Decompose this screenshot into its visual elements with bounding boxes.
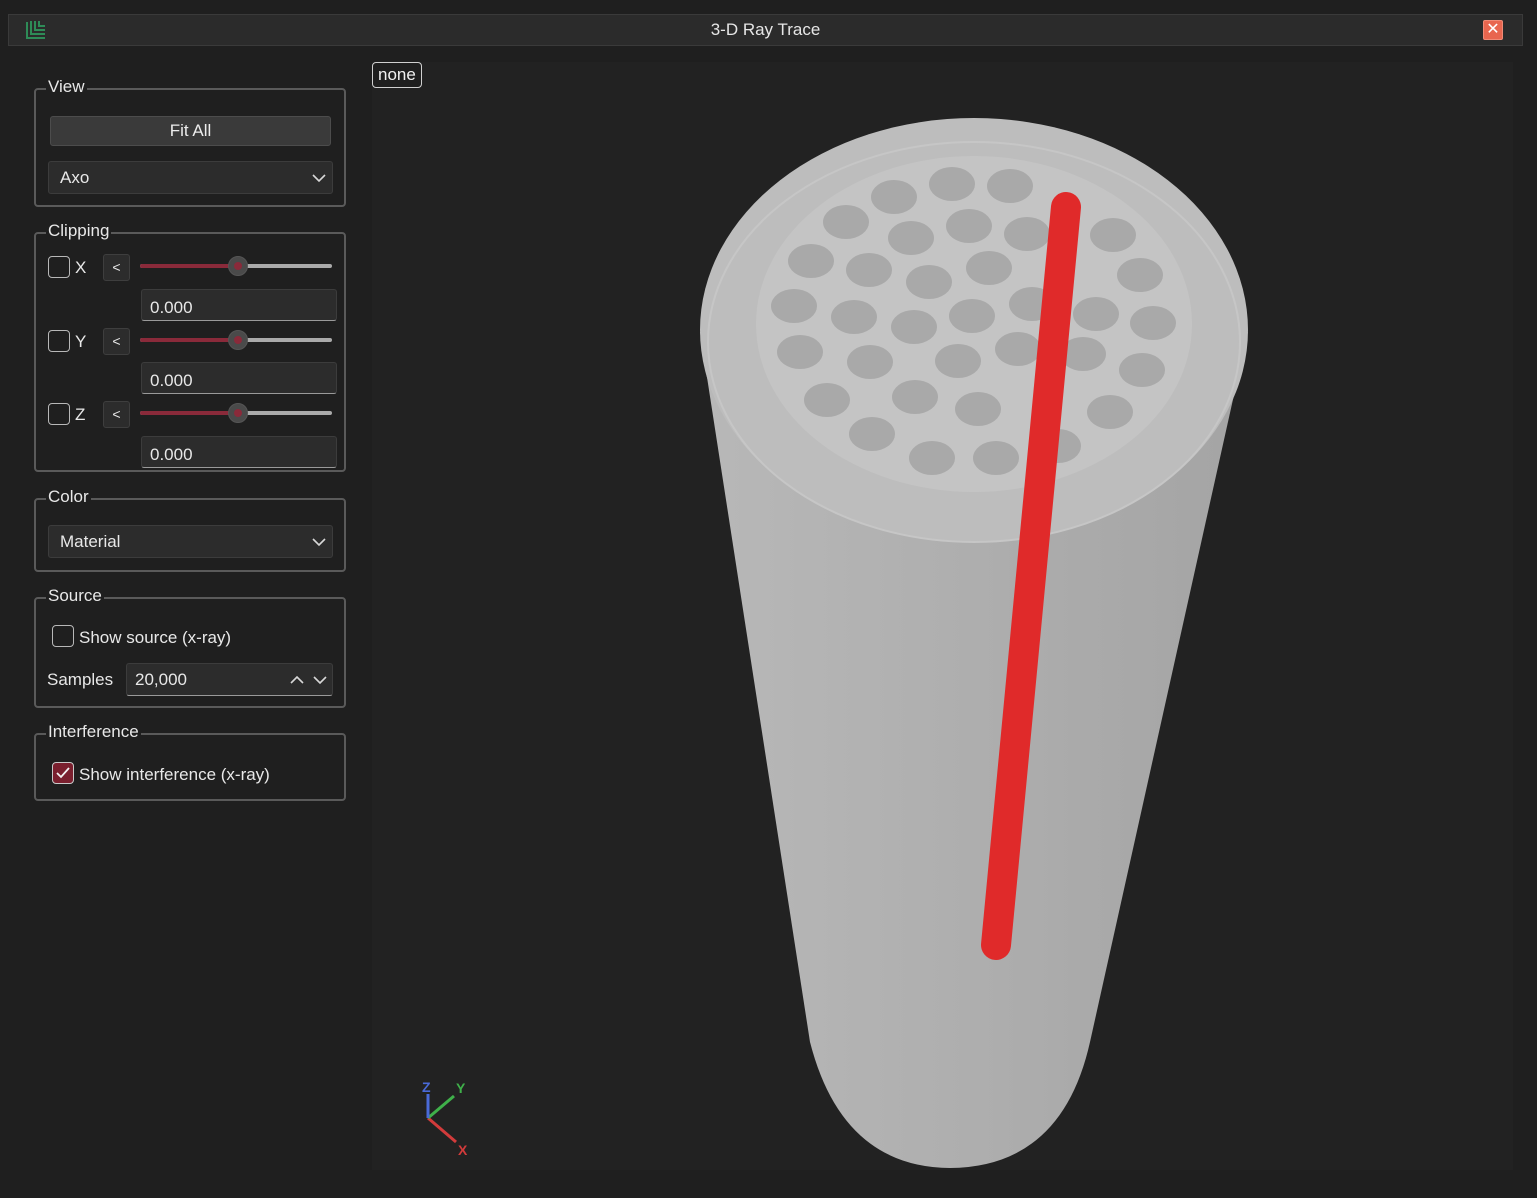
axis-triad: X Y Z — [422, 1079, 468, 1158]
clip-x-label: X — [75, 258, 87, 277]
clip-x-slider-fill — [140, 264, 236, 268]
checkmark-icon — [56, 767, 70, 779]
clipping-legend: Clipping — [46, 221, 112, 241]
3d-model-render — [700, 118, 1248, 1168]
color-mode-value: Material — [60, 532, 121, 551]
interference-legend: Interference — [46, 722, 141, 742]
show-source-label: Show source (x-ray) — [79, 628, 232, 647]
selection-tag: none — [372, 62, 422, 88]
clip-y-label: Y — [75, 332, 87, 351]
fit-all-button[interactable]: Fit All — [50, 116, 331, 146]
clip-z-direction-button[interactable]: < — [103, 401, 130, 428]
triad-x-axis — [427, 1116, 457, 1144]
clip-x-value-input[interactable] — [141, 289, 337, 321]
projection-select[interactable]: Axo — [48, 161, 333, 194]
source-group: Source Show source (x-ray) Samples 20,00… — [34, 586, 346, 708]
clip-z-checkbox[interactable] — [48, 403, 70, 425]
show-source-checkbox[interactable] — [52, 625, 74, 647]
close-icon: ✕ — [1486, 21, 1500, 38]
samples-value: 20,000 — [135, 670, 187, 689]
window-title: 3-D Ray Trace — [710, 20, 821, 39]
title-bar: 3-D Ray Trace ✕ — [8, 14, 1523, 46]
source-legend: Source — [46, 586, 104, 606]
color-group: Color Material — [34, 487, 346, 572]
view-legend: View — [46, 77, 87, 97]
view-group: View Fit All Axo — [34, 77, 346, 207]
triad-z-label: Z — [422, 1079, 431, 1095]
samples-spinbox[interactable]: 20,000 — [126, 663, 333, 696]
clip-z-slider-thumb[interactable] — [228, 403, 248, 423]
chevron-down-icon — [312, 537, 326, 546]
clip-x-direction-button[interactable]: < — [103, 254, 130, 281]
clip-z-label: Z — [75, 405, 86, 424]
3d-viewport[interactable]: none X Y Z — [372, 62, 1513, 1170]
triad-y-label: Y — [456, 1080, 466, 1096]
chevron-down-icon[interactable] — [313, 675, 327, 685]
chevron-up-icon[interactable] — [290, 675, 304, 685]
clip-y-slider-fill — [140, 338, 236, 342]
projection-value: Axo — [60, 168, 90, 187]
clip-y-direction-button[interactable]: < — [103, 328, 130, 355]
clip-z-value-input[interactable] — [141, 436, 337, 468]
clip-x-checkbox[interactable] — [48, 256, 70, 278]
show-interference-label: Show interference (x-ray) — [79, 765, 270, 784]
interference-group: Interference Show interference (x-ray) — [34, 722, 346, 801]
samples-label: Samples — [47, 670, 114, 689]
chevron-down-icon — [312, 173, 326, 182]
close-button[interactable]: ✕ — [1483, 20, 1503, 40]
clip-y-value-input[interactable] — [141, 362, 337, 394]
clip-z-slider-fill — [140, 411, 236, 415]
show-interference-checkbox[interactable] — [52, 762, 74, 784]
clip-y-slider-thumb[interactable] — [228, 330, 248, 350]
clipping-group: Clipping X < Y < Z < — [34, 221, 346, 472]
color-legend: Color — [46, 487, 91, 507]
clip-y-checkbox[interactable] — [48, 330, 70, 352]
triad-y-axis — [427, 1094, 455, 1120]
triad-x-label: X — [458, 1142, 468, 1158]
color-mode-select[interactable]: Material — [48, 525, 333, 558]
clip-x-slider-thumb[interactable] — [228, 256, 248, 276]
